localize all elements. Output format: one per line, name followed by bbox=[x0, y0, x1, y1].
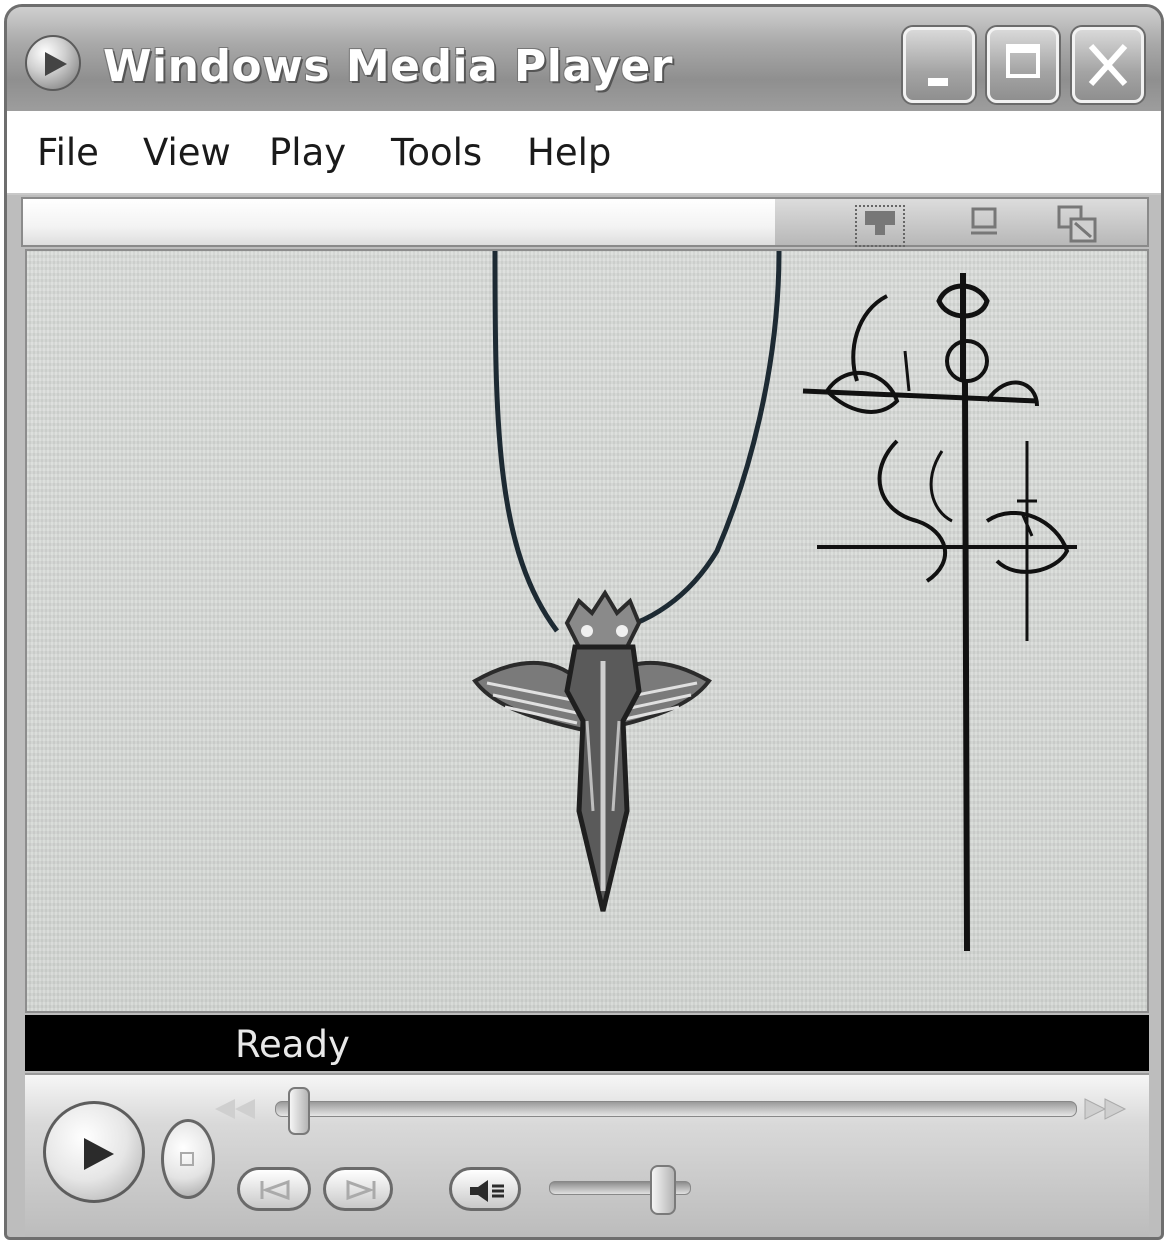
menu-view[interactable]: View bbox=[143, 131, 231, 174]
window-title: Windows Media Player bbox=[103, 41, 673, 92]
toolbar-strip bbox=[21, 197, 1149, 247]
mute-icon bbox=[470, 1180, 504, 1202]
next-track-icon bbox=[346, 1179, 376, 1201]
select-skin-icon[interactable] bbox=[855, 205, 905, 247]
compact-mode-icon[interactable] bbox=[967, 205, 1001, 243]
next-track-button[interactable] bbox=[323, 1167, 393, 1211]
play-icon bbox=[84, 1138, 114, 1170]
rewind-icon[interactable] bbox=[213, 1097, 257, 1125]
seek-thumb[interactable] bbox=[288, 1087, 310, 1135]
toolbar-field bbox=[23, 199, 775, 245]
menu-bar: File View Play Tools Help bbox=[7, 111, 1161, 195]
fast-forward-icon[interactable] bbox=[1083, 1097, 1127, 1125]
seek-bar[interactable] bbox=[275, 1101, 1077, 1117]
status-text: Ready bbox=[235, 1023, 350, 1066]
media-player-icon[interactable] bbox=[25, 35, 81, 91]
necklace-cord bbox=[492, 251, 782, 633]
play-button[interactable] bbox=[43, 1101, 145, 1203]
status-bar: Ready bbox=[25, 1015, 1149, 1071]
previous-track-button[interactable] bbox=[237, 1167, 311, 1211]
close-icon bbox=[1088, 43, 1128, 87]
volume-thumb[interactable] bbox=[650, 1165, 676, 1215]
media-player-window: Windows Media Player File View Play Tool… bbox=[4, 4, 1164, 1240]
menu-help[interactable]: Help bbox=[527, 131, 611, 174]
menu-play[interactable]: Play bbox=[269, 131, 346, 174]
maximize-button[interactable] bbox=[987, 27, 1059, 103]
close-button[interactable] bbox=[1072, 27, 1144, 103]
previous-track-icon bbox=[260, 1179, 290, 1201]
full-mode-icon[interactable] bbox=[1055, 205, 1101, 249]
playback-controls bbox=[25, 1073, 1149, 1237]
mute-button[interactable] bbox=[449, 1167, 521, 1211]
minimize-button[interactable] bbox=[903, 27, 975, 103]
necklace-pendant-image bbox=[472, 589, 712, 912]
stop-button[interactable] bbox=[161, 1119, 215, 1199]
gothic-cross-ornament-image bbox=[802, 273, 1077, 952]
menu-file[interactable]: File bbox=[37, 131, 99, 174]
video-area[interactable] bbox=[25, 249, 1149, 1013]
menu-tools[interactable]: Tools bbox=[391, 131, 482, 174]
title-bar[interactable]: Windows Media Player bbox=[7, 7, 1161, 113]
